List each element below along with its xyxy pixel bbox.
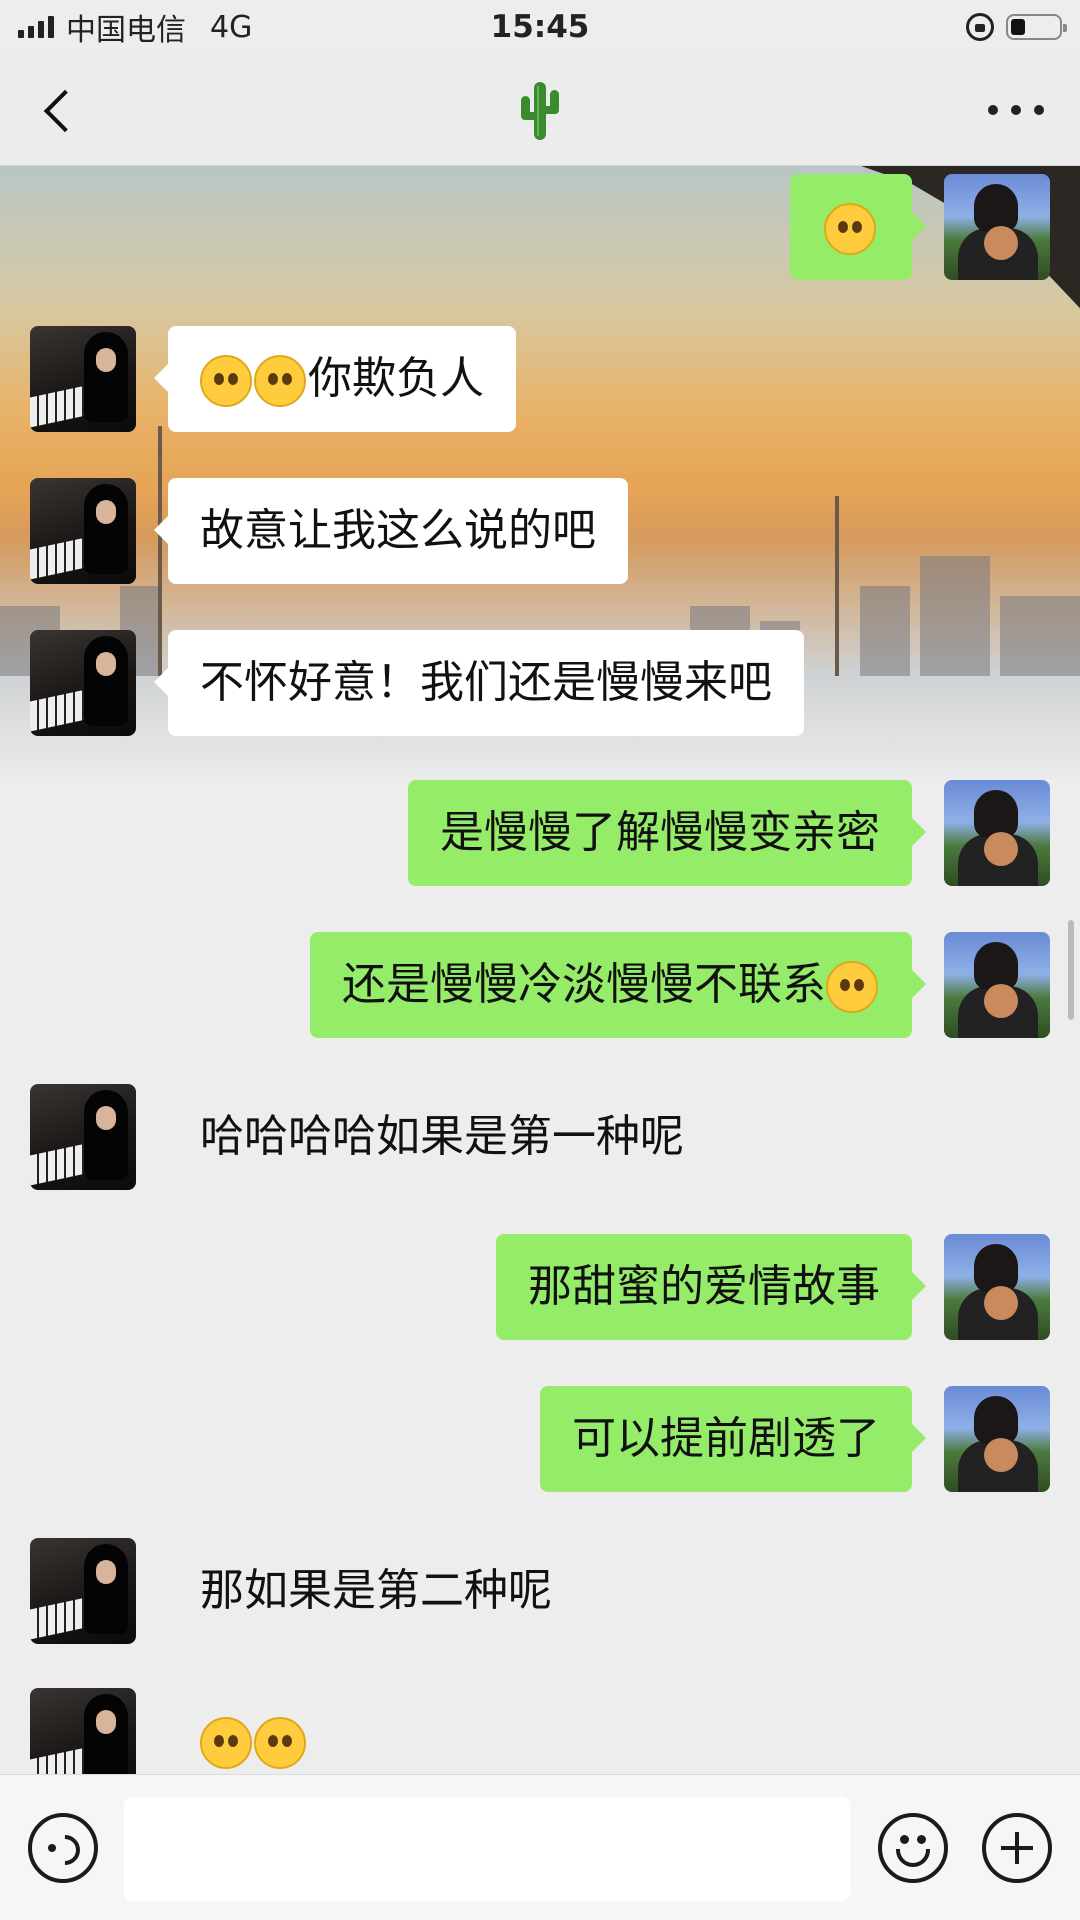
message-bubble[interactable]: 是慢慢了解慢慢变亲密 bbox=[408, 780, 926, 886]
message-received: 那如果是第二种呢 bbox=[30, 1538, 584, 1644]
chat-title-cactus-icon bbox=[490, 76, 590, 144]
message-text: 可以提前剧透了 bbox=[572, 1413, 880, 1464]
facepalm-emoji-icon bbox=[824, 203, 876, 255]
message-text: 不怀好意！我们还是慢慢来吧 bbox=[200, 657, 772, 708]
orientation-lock-icon bbox=[966, 13, 994, 41]
my-avatar[interactable] bbox=[944, 1234, 1050, 1340]
more-actions-plus-icon[interactable] bbox=[982, 1813, 1052, 1883]
battery-icon bbox=[1006, 14, 1067, 40]
message-sent: 那甜蜜的爱情故事 bbox=[496, 1234, 1050, 1340]
confused-emoji-icon bbox=[826, 961, 878, 1013]
my-avatar[interactable] bbox=[944, 1386, 1050, 1492]
message-bubble[interactable]: 那甜蜜的爱情故事 bbox=[496, 1234, 926, 1340]
network-type: 4G bbox=[210, 9, 253, 45]
contact-avatar[interactable] bbox=[30, 1538, 136, 1644]
chat-message-list[interactable]: 你欺负人 故意让我这么说的吧 不怀好意！我们还是慢慢来吧 是慢慢了解慢慢变亲密 … bbox=[0, 166, 1080, 1774]
scrollbar[interactable] bbox=[1068, 920, 1074, 1020]
more-options-icon[interactable] bbox=[988, 90, 1044, 130]
signal-strength-icon bbox=[18, 16, 54, 38]
my-avatar[interactable] bbox=[944, 780, 1050, 886]
message-sent bbox=[790, 174, 1050, 280]
message-bubble[interactable]: 还是慢慢冷淡慢慢不联系 bbox=[310, 932, 926, 1038]
chat-header bbox=[0, 54, 1080, 166]
message-input[interactable] bbox=[124, 1797, 850, 1901]
contact-avatar[interactable] bbox=[30, 478, 136, 584]
battery-fill bbox=[1011, 19, 1025, 35]
carrier-name: 中国电信 bbox=[66, 13, 186, 48]
message-received bbox=[30, 1688, 340, 1774]
voice-input-icon[interactable] bbox=[28, 1813, 98, 1883]
message-received: 哈哈哈哈如果是第一种呢 bbox=[30, 1084, 716, 1190]
message-text: 故意让我这么说的吧 bbox=[200, 505, 596, 556]
contact-avatar[interactable] bbox=[30, 326, 136, 432]
status-bar: 中国电信 4G 15:45 bbox=[0, 0, 1080, 54]
crying-emoji-icon bbox=[200, 355, 252, 407]
message-received: 你欺负人 bbox=[30, 326, 516, 432]
contact-avatar[interactable] bbox=[30, 630, 136, 736]
message-text: 那如果是第二种呢 bbox=[200, 1565, 552, 1616]
message-received: 故意让我这么说的吧 bbox=[30, 478, 628, 584]
message-bubble[interactable] bbox=[168, 1688, 340, 1774]
message-text: 那甜蜜的爱情故事 bbox=[528, 1261, 880, 1312]
contact-avatar[interactable] bbox=[30, 1688, 136, 1774]
message-bubble[interactable]: 可以提前剧透了 bbox=[540, 1386, 926, 1492]
message-bubble[interactable]: 故意让我这么说的吧 bbox=[154, 478, 628, 584]
message-bubble[interactable]: 不怀好意！我们还是慢慢来吧 bbox=[154, 630, 804, 736]
message-text: 还是慢慢冷淡慢慢不联系 bbox=[342, 959, 826, 1010]
message-text: 是慢慢了解慢慢变亲密 bbox=[440, 807, 880, 858]
message-sent: 还是慢慢冷淡慢慢不联系 bbox=[310, 932, 1050, 1038]
my-avatar[interactable] bbox=[944, 932, 1050, 1038]
emoji-picker-icon[interactable] bbox=[878, 1813, 948, 1883]
message-bubble[interactable] bbox=[790, 174, 926, 280]
contact-avatar[interactable] bbox=[30, 1084, 136, 1190]
message-bubble[interactable]: 那如果是第二种呢 bbox=[168, 1538, 584, 1644]
my-avatar[interactable] bbox=[944, 174, 1050, 280]
message-text: 哈哈哈哈如果是第一种呢 bbox=[200, 1111, 684, 1162]
crying-emoji-icon bbox=[254, 355, 306, 407]
back-chevron-icon[interactable] bbox=[34, 84, 86, 136]
message-sent: 是慢慢了解慢慢变亲密 bbox=[408, 780, 1050, 886]
message-bubble[interactable]: 你欺负人 bbox=[154, 326, 516, 432]
message-sent: 可以提前剧透了 bbox=[540, 1386, 1050, 1492]
input-toolbar bbox=[0, 1774, 1080, 1920]
message-text: 你欺负人 bbox=[308, 353, 484, 404]
pleading-emoji-icon bbox=[200, 1717, 252, 1769]
pleading-emoji-icon bbox=[254, 1717, 306, 1769]
message-bubble[interactable]: 哈哈哈哈如果是第一种呢 bbox=[168, 1084, 716, 1190]
message-received: 不怀好意！我们还是慢慢来吧 bbox=[30, 630, 804, 736]
